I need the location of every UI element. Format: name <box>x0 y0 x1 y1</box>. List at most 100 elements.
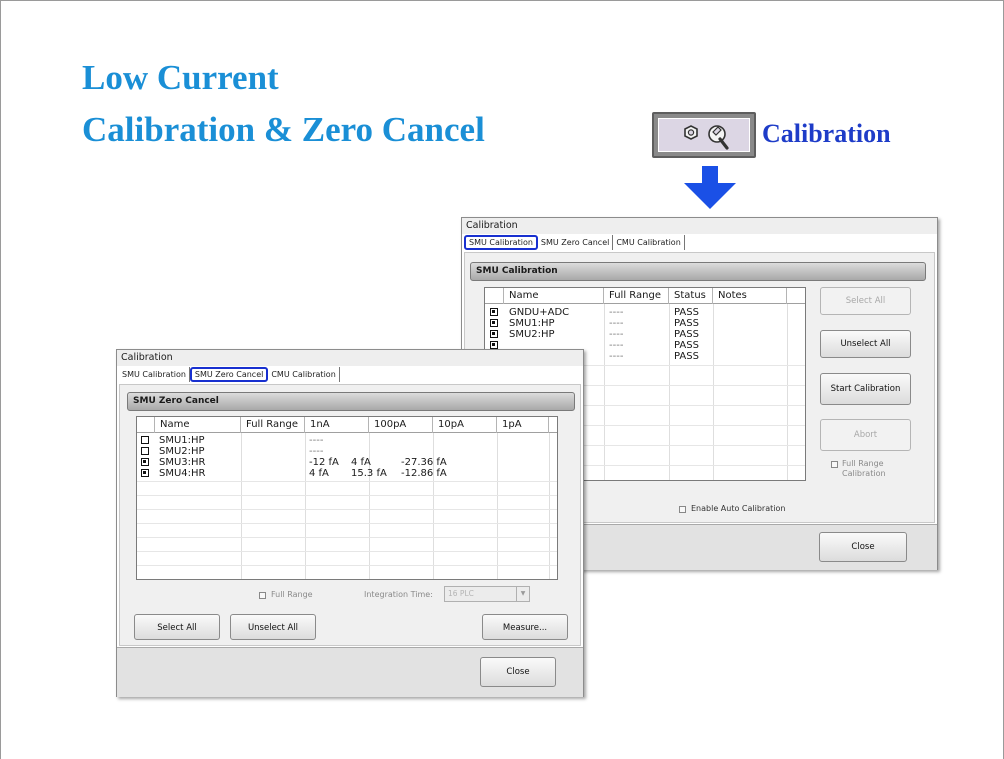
cell-name: SMU3:HR <box>159 457 206 468</box>
dialog-footer: Close <box>117 647 583 697</box>
tab-smu-calibration[interactable]: SMU Calibration <box>119 367 190 382</box>
cell-full-range: ---- <box>609 307 624 318</box>
table-header: Name Full Range 1nA 100pA 10pA 1pA <box>137 417 557 433</box>
cell-1na: -12 fA <box>309 457 339 468</box>
column-header-1na[interactable]: 1nA <box>305 417 369 433</box>
tab-smu-zero-cancel[interactable]: SMU Zero Cancel <box>538 235 614 250</box>
chevron-down-icon: ▼ <box>516 587 529 601</box>
measure-button[interactable]: Measure... <box>482 614 568 640</box>
frame-border-left <box>0 0 1 759</box>
table-header: Name Full Range Status Notes <box>485 288 805 304</box>
cell-name: SMU2:HP <box>509 329 555 340</box>
cell-name: SMU4:HR <box>159 468 206 479</box>
cell-100pa: 4 fA <box>351 457 371 468</box>
tab-panel: SMU Zero Cancel Name Full Range 1nA 100p… <box>119 384 581 646</box>
tab-smu-calibration[interactable]: SMU Calibration <box>464 235 538 250</box>
cell-status: PASS <box>674 340 699 351</box>
grid-line <box>497 433 498 579</box>
tab-smu-zero-cancel[interactable]: SMU Zero Cancel <box>189 367 269 382</box>
grid-line <box>137 565 557 566</box>
column-header-1pa[interactable]: 1pA <box>497 417 549 433</box>
enable-auto-calibration-checkbox[interactable] <box>679 506 686 513</box>
slide-title-line-2: Calibration & Zero Cancel <box>82 110 485 149</box>
grid-line <box>549 433 550 579</box>
cell-100pa: 15.3 fA <box>351 468 387 479</box>
full-range-calibration-checkbox[interactable] <box>831 461 838 468</box>
grid-line <box>433 433 434 579</box>
calibration-toolbar-button[interactable] <box>652 112 756 158</box>
abort-button[interactable]: Abort <box>820 419 911 451</box>
unselect-all-button[interactable]: Unselect All <box>820 330 911 358</box>
select-all-button[interactable]: Select All <box>820 287 911 315</box>
column-header-status[interactable]: Status <box>669 288 713 304</box>
cell-name: SMU1:HP <box>159 435 205 446</box>
tab-bar: SMU Calibration SMU Zero Cancel CMU Calibr… <box>464 235 935 251</box>
cell-10pa: -27.36 fA <box>401 457 447 468</box>
grid-line <box>137 537 557 538</box>
zero-cancel-dialog: Calibration SMU Calibration SMU Zero Canc… <box>116 349 584 697</box>
cell-full-range: ---- <box>609 351 624 362</box>
full-range-label: Full Range <box>271 590 313 599</box>
full-range-calibration-label-1: Full Range <box>842 459 884 468</box>
slide-title: Low Current Calibration & Zero Cancel <box>82 52 485 156</box>
calibration-button-label: Calibration <box>762 119 891 148</box>
cell-full-range: ---- <box>609 340 624 351</box>
select-all-button[interactable]: Select All <box>134 614 220 640</box>
grid-line <box>369 433 370 579</box>
column-header-notes[interactable]: Notes <box>713 288 787 304</box>
tab-bar: SMU Calibration SMU Zero Cancel CMU Calibr… <box>119 367 581 383</box>
column-header-10pa[interactable]: 10pA <box>433 417 497 433</box>
frame-border-top <box>0 0 1004 1</box>
zero-cancel-table: Name Full Range 1nA 100pA 10pA 1pA SMU1:… <box>136 416 558 580</box>
tab-cmu-calibration[interactable]: CMU Calibration <box>268 367 340 382</box>
row-checkbox[interactable] <box>141 469 149 477</box>
cell-name: SMU2:HP <box>159 446 205 457</box>
grid-line <box>713 304 714 480</box>
cell-status: PASS <box>674 329 699 340</box>
dialog-title: Calibration <box>462 218 937 234</box>
slide-title-line-1: Low Current <box>82 58 279 97</box>
integration-time-select[interactable]: 16 PLC ▼ <box>444 586 530 602</box>
down-arrow-icon <box>702 166 718 184</box>
column-header <box>485 288 504 304</box>
full-range-calibration-label-2: Calibration <box>842 469 886 478</box>
grid-line <box>305 433 306 579</box>
column-header-name[interactable]: Name <box>155 417 241 433</box>
cell-1na: ---- <box>309 435 324 446</box>
grid-line <box>241 433 242 579</box>
row-checkbox[interactable] <box>141 458 149 466</box>
section-title: SMU Calibration <box>470 262 926 281</box>
cell-status: PASS <box>674 307 699 318</box>
grid-line <box>137 551 557 552</box>
grid-line <box>137 495 557 496</box>
grid-line <box>137 509 557 510</box>
close-button[interactable]: Close <box>480 657 556 687</box>
column-header-full-range[interactable]: Full Range <box>241 417 305 433</box>
unselect-all-button[interactable]: Unselect All <box>230 614 316 640</box>
start-calibration-button[interactable]: Start Calibration <box>820 373 911 405</box>
tab-cmu-calibration[interactable]: CMU Calibration <box>613 235 685 250</box>
row-checkbox[interactable] <box>490 341 498 349</box>
column-header-full-range[interactable]: Full Range <box>604 288 669 304</box>
dialog-title: Calibration <box>117 350 583 366</box>
down-arrow-head <box>684 183 736 209</box>
column-header-name[interactable]: Name <box>504 288 604 304</box>
row-checkbox[interactable] <box>490 330 498 338</box>
grid-line <box>137 523 557 524</box>
cell-full-range: ---- <box>609 329 624 340</box>
row-checkbox[interactable] <box>490 319 498 327</box>
integration-time-value: 16 PLC <box>448 589 474 598</box>
full-range-checkbox[interactable] <box>259 592 266 599</box>
column-header <box>137 417 155 433</box>
gear-wrench-icon <box>684 125 729 150</box>
row-checkbox[interactable] <box>141 436 149 444</box>
cell-name: GNDU+ADC <box>509 307 570 318</box>
cell-10pa: -12.86 fA <box>401 468 447 479</box>
enable-auto-calibration-label: Enable Auto Calibration <box>691 504 786 513</box>
close-button[interactable]: Close <box>819 532 907 562</box>
row-checkbox[interactable] <box>490 308 498 316</box>
cell-name: SMU1:HP <box>509 318 555 329</box>
row-checkbox[interactable] <box>141 447 149 455</box>
column-header-100pa[interactable]: 100pA <box>369 417 433 433</box>
grid-line <box>787 304 788 480</box>
